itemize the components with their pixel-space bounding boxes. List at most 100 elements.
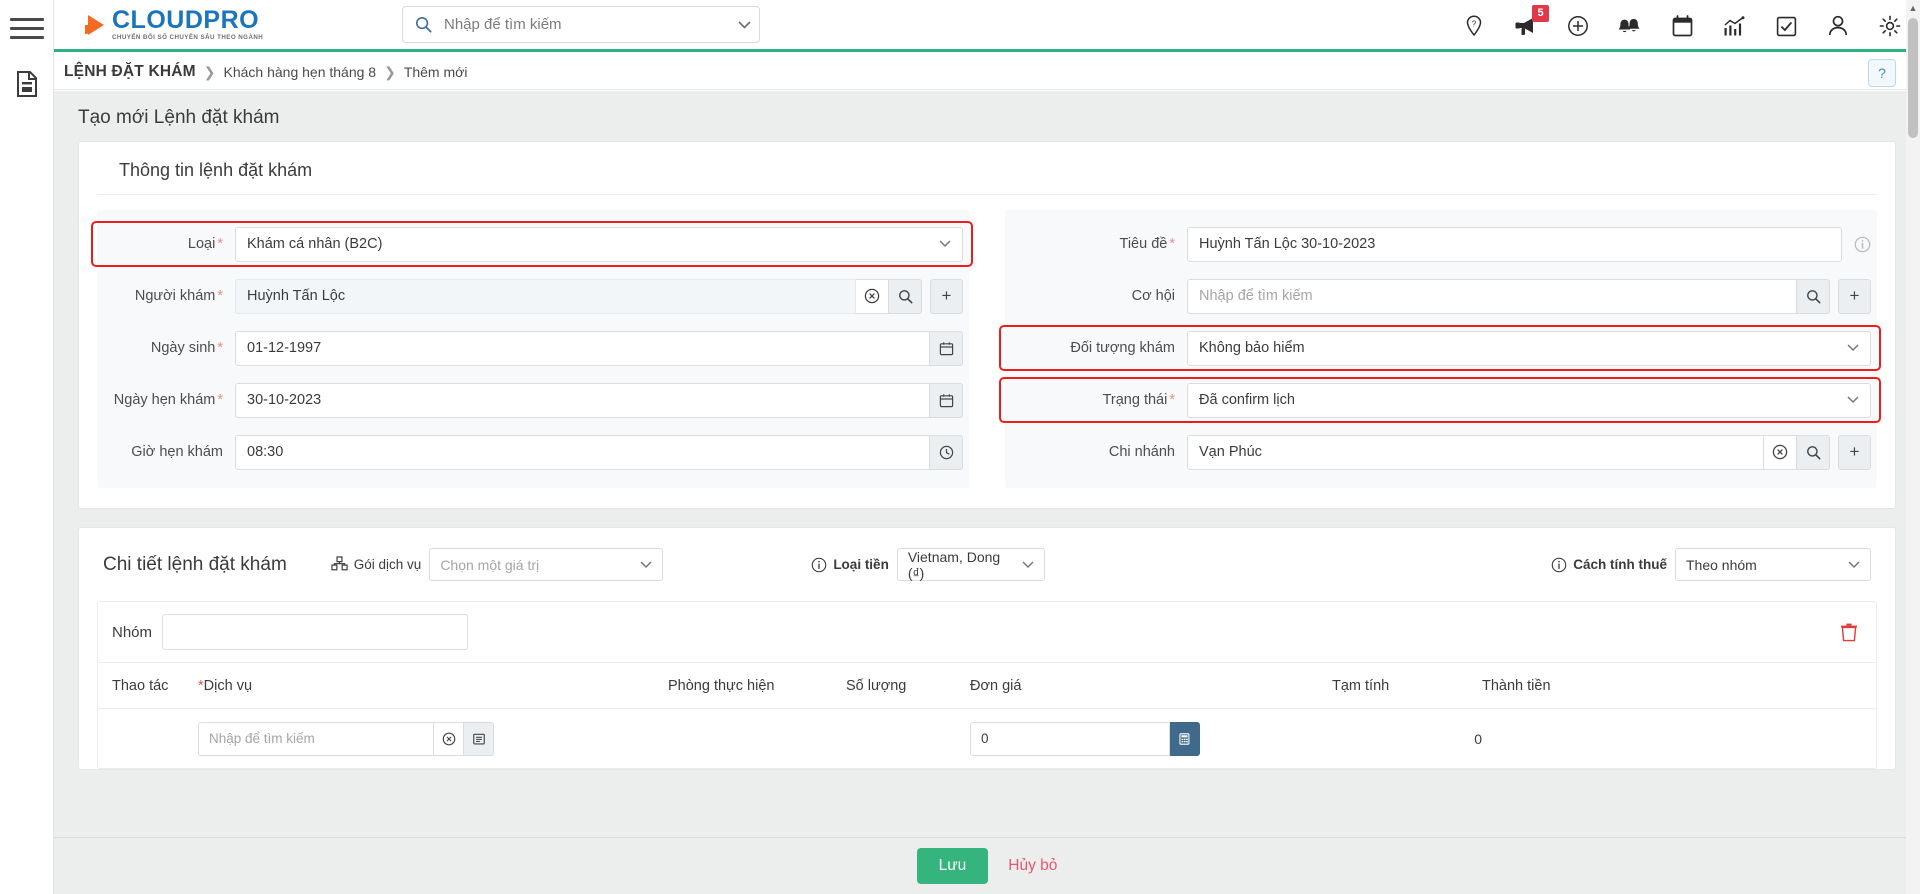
- col-tam-tinh: Tạm tính: [1332, 677, 1390, 694]
- service-package-label: Gói dịch vụ: [353, 557, 422, 572]
- search-icon[interactable]: [1797, 278, 1830, 314]
- detail-card-title: Chi tiết lệnh đặt khám: [103, 553, 287, 575]
- trash-icon[interactable]: [1840, 623, 1858, 642]
- table-row: Nhập để tìm kiếm 0 0: [98, 708, 1876, 768]
- field-chi-nhanh-input[interactable]: Vạn Phúc: [1187, 434, 1764, 470]
- search-icon[interactable]: [1797, 434, 1830, 470]
- field-trang-thai-select[interactable]: Đã confirm lịch: [1187, 382, 1871, 418]
- plus-circle-icon[interactable]: [1566, 14, 1590, 38]
- calendar-icon[interactable]: [930, 330, 963, 366]
- calendar-icon[interactable]: [1670, 14, 1694, 38]
- calendar-icon[interactable]: [930, 382, 963, 418]
- field-co-hoi: Cơ hội Nhập để tìm kiếm +: [1005, 270, 1877, 322]
- field-doi-tuong-kham-label: Đối tượng khám: [1070, 340, 1175, 356]
- breadcrumb-item-0[interactable]: Khách hàng hẹn tháng 8: [224, 64, 377, 80]
- field-ngay-hen-kham: Ngày hẹn khám * 30-10-2023: [97, 374, 969, 426]
- add-person-button[interactable]: +: [930, 278, 963, 314]
- location-help-icon[interactable]: ?: [1462, 14, 1486, 38]
- clear-icon[interactable]: [434, 721, 464, 756]
- bells-icon[interactable]: [1618, 14, 1642, 38]
- save-button[interactable]: Lưu: [916, 848, 989, 884]
- chevron-down-icon: [1847, 344, 1859, 352]
- field-gio-hen-kham-input[interactable]: 08:30: [235, 434, 930, 470]
- page-scrollbar[interactable]: ▲: [1906, 0, 1920, 894]
- info-icon[interactable]: [1854, 236, 1871, 253]
- info-card: Thông tin lệnh đặt khám Loại * Khám cá nh…: [78, 141, 1896, 509]
- gear-icon[interactable]: [1878, 14, 1902, 38]
- row-unit-price-input[interactable]: 0: [970, 721, 1170, 756]
- list-icon[interactable]: [464, 721, 494, 756]
- menu-toggle-button[interactable]: [9, 13, 44, 43]
- service-package-group: Gói dịch vụ Chọn một giá trị: [331, 548, 664, 581]
- global-search[interactable]: [402, 6, 760, 43]
- field-gio-hen-kham-label: Giờ hẹn khám: [131, 444, 223, 460]
- left-rail: [0, 0, 54, 894]
- col-phong-thuc-hien: Phòng thực hiện: [668, 677, 775, 694]
- chevron-down-icon[interactable]: [738, 20, 751, 29]
- field-ngay-hen-kham-input[interactable]: 30-10-2023: [235, 382, 930, 418]
- chevron-down-icon: [1848, 560, 1860, 569]
- field-loai-select[interactable]: Khám cá nhân (B2C): [235, 226, 963, 262]
- add-opportunity-button[interactable]: +: [1838, 278, 1871, 314]
- info-icon[interactable]: [1551, 557, 1567, 573]
- tax-method-select[interactable]: Theo nhóm: [1675, 548, 1871, 581]
- checkbox-icon[interactable]: [1774, 14, 1798, 38]
- detail-table-header: Thao tác *Dịch vụ Phòng thực hiện Số lượ…: [98, 662, 1876, 708]
- chart-icon[interactable]: [1722, 14, 1746, 38]
- field-trang-thai: Trạng thái * Đã confirm lịch: [999, 374, 1881, 426]
- field-loai-label: Loại *: [187, 236, 223, 252]
- info-icon[interactable]: [811, 557, 827, 573]
- breadcrumb-root[interactable]: LỆNH ĐẶT KHÁM: [64, 63, 196, 81]
- row-service-cell: Nhập để tìm kiếm: [198, 721, 668, 756]
- col-don-gia: Đơn giá: [970, 677, 1022, 694]
- megaphone-icon[interactable]: 5: [1514, 5, 1549, 38]
- tax-method-group: Cách tính thuế Theo nhóm: [1551, 548, 1871, 581]
- required-star: *: [1169, 236, 1175, 252]
- chevron-down-icon: [1847, 396, 1859, 404]
- clock-icon[interactable]: [930, 434, 963, 470]
- group-name-input[interactable]: [162, 614, 469, 650]
- search-icon: [415, 16, 432, 33]
- row-subtotal: 0: [1474, 730, 1482, 747]
- currency-select[interactable]: Vietnam, Dong (₫): [896, 548, 1045, 581]
- field-co-hoi-input[interactable]: Nhập để tìm kiếm: [1187, 278, 1797, 314]
- application-window: CLOUDPRO CHUYỂN ĐỔI SỐ CHUYÊN SÂU THEO N…: [0, 0, 1920, 894]
- field-ngay-sinh-label: Ngày sinh *: [150, 340, 223, 356]
- col-dich-vu: *Dịch vụ: [198, 677, 253, 694]
- service-package-select[interactable]: Chọn một giá trị: [429, 548, 664, 581]
- scroll-up-icon[interactable]: ▲: [1906, 0, 1920, 15]
- calculator-icon[interactable]: [1170, 721, 1200, 756]
- scrollbar-thumb[interactable]: [1908, 18, 1918, 138]
- clear-icon[interactable]: [1764, 434, 1797, 470]
- cloudpro-logo-icon: [64, 4, 106, 46]
- search-input[interactable]: [442, 15, 730, 34]
- field-doi-tuong-kham: Đối tượng khám Không bảo hiểm: [999, 322, 1881, 374]
- brand-logo[interactable]: CLOUDPRO CHUYỂN ĐỔI SỐ CHUYÊN SÂU THEO N…: [64, 4, 264, 46]
- breadcrumb-separator-1: ❯: [203, 63, 216, 80]
- search-icon[interactable]: [889, 278, 922, 314]
- field-ngay-sinh-input[interactable]: 01-12-1997: [235, 330, 930, 366]
- logo-word-part1: CLOUD: [112, 5, 204, 34]
- svg-text:?: ?: [1472, 20, 1477, 29]
- group-box: Nhóm Thao tác *Dịch vụ Phòng thực hiện S…: [97, 601, 1877, 769]
- add-branch-button[interactable]: +: [1838, 434, 1871, 470]
- top-header: CLOUDPRO CHUYỂN ĐỔI SỐ CHUYÊN SÂU THEO N…: [54, 0, 1920, 52]
- field-tieu-de-input[interactable]: Huỳnh Tấn Lộc 30-10-2023: [1187, 226, 1842, 262]
- chevron-down-icon: [939, 240, 951, 248]
- group-row: Nhóm: [98, 602, 1876, 662]
- breadcrumb-item-1[interactable]: Thêm mới: [404, 64, 468, 80]
- field-nguoi-kham-input[interactable]: Huỳnh Tấn Lộc: [235, 278, 856, 314]
- row-service-input[interactable]: Nhập để tìm kiếm: [198, 721, 434, 756]
- field-ngay-hen-kham-label: Ngày hẹn khám *: [113, 392, 223, 408]
- document-icon[interactable]: [12, 69, 42, 99]
- field-nguoi-kham-label: Người khám *: [134, 288, 223, 304]
- clear-icon[interactable]: [856, 278, 889, 314]
- user-icon[interactable]: [1826, 14, 1850, 38]
- field-doi-tuong-kham-select[interactable]: Không bảo hiểm: [1187, 330, 1871, 366]
- chevron-down-icon: [1022, 560, 1034, 569]
- help-button[interactable]: ?: [1868, 59, 1896, 87]
- cancel-button[interactable]: Hủy bỏ: [1008, 857, 1057, 875]
- field-tieu-de-label: Tiêu đề *: [1119, 236, 1175, 252]
- logo-word-part2: PRO: [203, 5, 260, 34]
- field-ngay-sinh: Ngày sinh * 01-12-1997: [97, 322, 969, 374]
